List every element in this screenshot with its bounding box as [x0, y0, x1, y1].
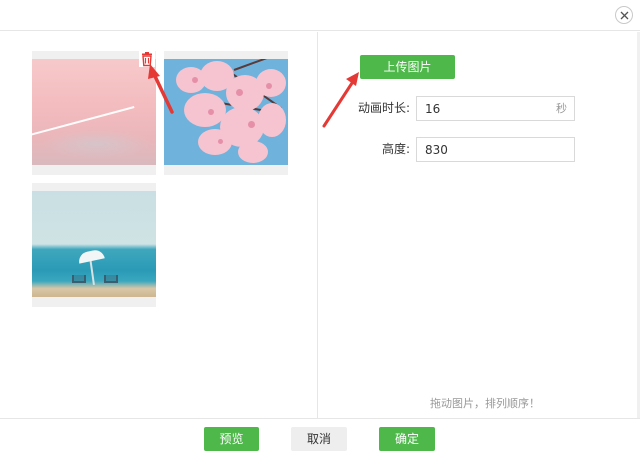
- image-pink-sky: [32, 59, 156, 165]
- close-button[interactable]: [615, 6, 633, 24]
- cancel-button[interactable]: 取消: [291, 427, 347, 451]
- preview-button[interactable]: 预览: [204, 427, 259, 451]
- confirm-button[interactable]: 确定: [379, 427, 435, 451]
- height-input[interactable]: [416, 137, 575, 162]
- image-beach: [32, 191, 156, 297]
- dialog: 上传图片 动画时长: 秒 高度: 拖动图片，排列顺序！ 预览 取消 确定: [0, 0, 640, 457]
- duration-unit: 秒: [556, 102, 567, 115]
- image-thumbnail-1[interactable]: [32, 51, 156, 175]
- duration-input[interactable]: [416, 96, 575, 121]
- drag-hint: 拖动图片，排列顺序！: [430, 397, 540, 410]
- dialog-title-bar: [0, 0, 640, 31]
- image-cherry-blossoms: [164, 59, 288, 165]
- image-thumbnail-3[interactable]: [32, 183, 156, 307]
- close-icon: [620, 11, 629, 20]
- trash-icon[interactable]: [139, 51, 155, 67]
- duration-label: 动画时长:: [357, 101, 410, 115]
- upload-image-button[interactable]: 上传图片: [360, 55, 455, 79]
- image-thumbnail-2[interactable]: [164, 51, 288, 175]
- height-label: 高度:: [381, 142, 410, 156]
- settings-panel: [319, 32, 640, 418]
